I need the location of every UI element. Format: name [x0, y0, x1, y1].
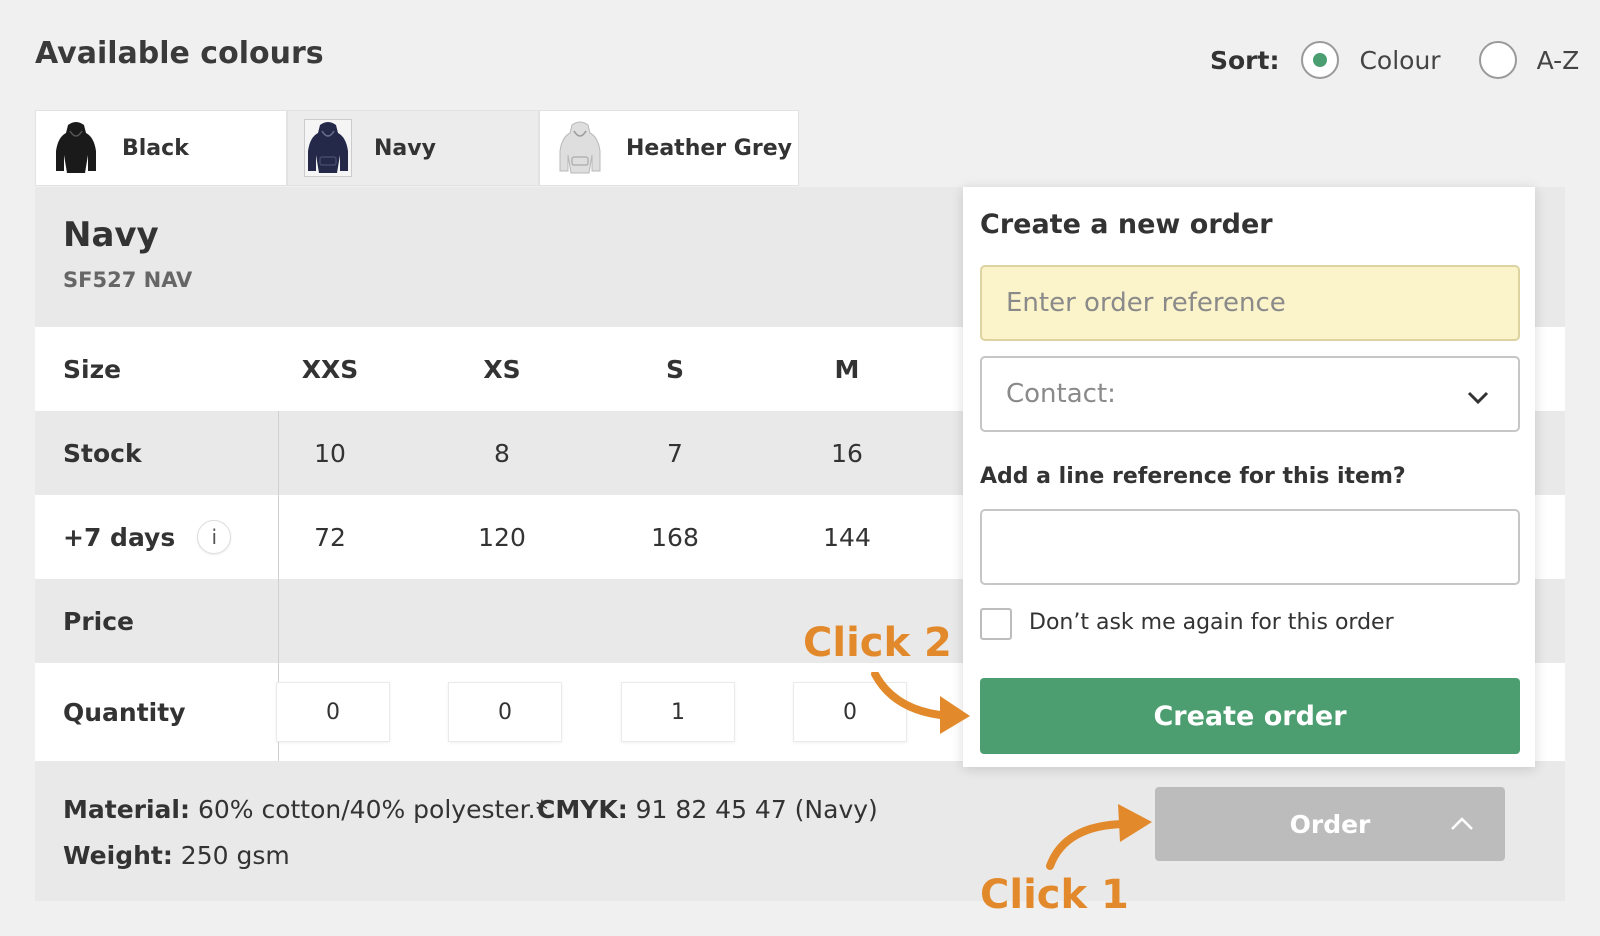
popup-title: Create a new order [980, 209, 1273, 240]
stock-value: 10 [314, 438, 346, 468]
sort-colour-radio[interactable] [1301, 41, 1340, 79]
chevron-up-icon [1449, 811, 1475, 843]
colour-tab-navy[interactable]: Navy [287, 110, 539, 186]
stock-value: 8 [494, 438, 510, 468]
weight-info: Weight: 250 gsm [63, 841, 290, 870]
days-label-wrap: +7 days i [63, 495, 232, 579]
stock-value: 16 [831, 438, 863, 468]
order-reference-input[interactable]: Enter order reference [980, 265, 1520, 341]
stock-label: Stock [63, 438, 142, 468]
size-header: S [665, 354, 684, 384]
material-label: Material: [63, 795, 190, 824]
annotation-arrow-1 [1046, 804, 1152, 870]
material-value: 60% cotton/40% polyester.* [190, 795, 549, 824]
cmyk-value: 91 82 45 47 (Navy) [627, 795, 878, 824]
order-button[interactable]: Order [1155, 787, 1505, 861]
contact-select[interactable]: Contact: [980, 356, 1520, 432]
quantity-input-xs[interactable] [448, 682, 562, 742]
create-order-label: Create order [1153, 700, 1347, 732]
size-header: XS [483, 354, 521, 384]
stock-value: 7 [667, 438, 683, 468]
quantity-input-xxs[interactable] [276, 682, 390, 742]
sort-az-radio[interactable] [1478, 41, 1517, 79]
chevron-down-icon [1466, 385, 1490, 415]
line-reference-input[interactable] [980, 509, 1520, 585]
radio-selected-dot [1313, 53, 1328, 67]
order-button-label: Order [1289, 809, 1371, 839]
material-info: Material: 60% cotton/40% polyester.* [63, 795, 548, 824]
dont-ask-label[interactable]: Don’t ask me again for this order [1029, 610, 1394, 635]
order-reference-placeholder: Enter order reference [1006, 288, 1286, 318]
colour-tab-label: Black [122, 135, 189, 161]
hoodie-icon [556, 119, 604, 177]
quantity-input-s[interactable] [621, 682, 735, 742]
info-icon[interactable]: i [197, 520, 232, 554]
weight-label: Weight: [63, 841, 173, 870]
colour-tab-label: Navy [374, 135, 436, 161]
days-value: 144 [823, 522, 871, 552]
colour-tab-black[interactable]: Black [35, 110, 287, 186]
cmyk-info: CMYK: 91 82 45 47 (Navy) [537, 795, 878, 824]
annotation-arrow-2 [871, 672, 970, 734]
colour-tab-label: Heather Grey [626, 135, 792, 161]
quantity-label: Quantity [63, 697, 186, 727]
sort-control: Sort: Colour A-Z [1210, 40, 1579, 80]
column-divider [278, 579, 279, 663]
hoodie-icon [304, 119, 352, 177]
sort-colour-label[interactable]: Colour [1359, 46, 1440, 75]
contact-label: Contact: [1006, 379, 1116, 409]
create-order-button[interactable]: Create order [980, 678, 1520, 754]
size-header: XXS [301, 354, 359, 384]
sort-label: Sort: [1210, 45, 1280, 75]
section-title: Available colours [35, 36, 324, 71]
sort-az-label[interactable]: A-Z [1537, 46, 1580, 75]
line-reference-label: Add a line reference for this item? [980, 464, 1406, 489]
colour-tab-heather-grey[interactable]: Heather Grey [539, 110, 799, 186]
size-label: Size [63, 354, 122, 384]
annotation-click-2: Click 2 [803, 620, 952, 666]
price-label: Price [63, 606, 134, 636]
product-code: SF527 NAV [63, 268, 193, 292]
annotation-click-1: Click 1 [980, 872, 1129, 918]
size-header: M [834, 354, 860, 384]
days-label: +7 days [63, 522, 176, 552]
days-value: 72 [314, 522, 346, 552]
create-order-popup: Create a new order Enter order reference… [963, 187, 1535, 767]
days-value: 168 [651, 522, 699, 552]
hoodie-icon [52, 119, 100, 177]
cmyk-label: CMYK: [537, 795, 628, 824]
product-name: Navy [63, 215, 159, 255]
dont-ask-checkbox[interactable] [980, 608, 1012, 640]
days-value: 120 [478, 522, 526, 552]
weight-value: 250 gsm [172, 841, 290, 870]
